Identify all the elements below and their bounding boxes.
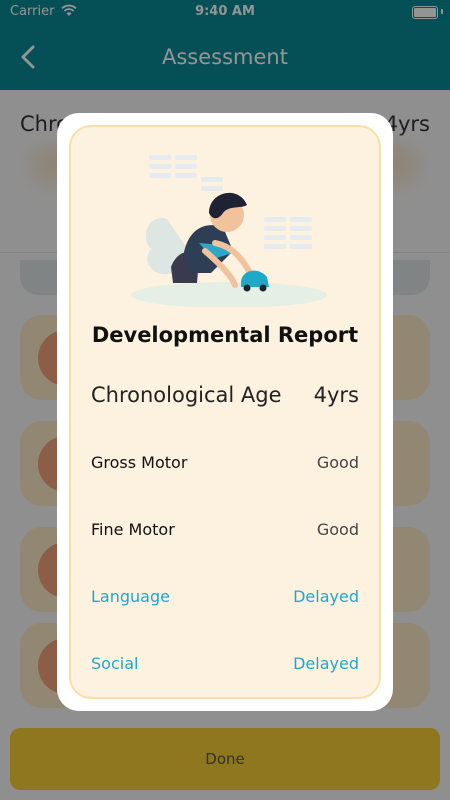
child-playing-illustration bbox=[131, 155, 327, 307]
gross-motor-value: Good bbox=[316, 453, 359, 472]
language-label: Language bbox=[91, 587, 170, 606]
social-label: Social bbox=[91, 654, 139, 673]
chronological-age-value: 4yrs bbox=[313, 383, 359, 407]
chronological-age-label: Chronological Age bbox=[91, 383, 282, 407]
fine-motor-value: Good bbox=[316, 520, 359, 539]
social-value: Delayed bbox=[293, 654, 359, 673]
report-modal: Developmental Report Chronological Age 4… bbox=[57, 113, 393, 711]
language-value: Delayed bbox=[293, 587, 359, 606]
gross-motor-label: Gross Motor bbox=[91, 453, 188, 472]
report-card: Developmental Report Chronological Age 4… bbox=[69, 125, 381, 699]
fine-motor-label: Fine Motor bbox=[91, 520, 175, 539]
report-title: Developmental Report bbox=[91, 323, 359, 347]
